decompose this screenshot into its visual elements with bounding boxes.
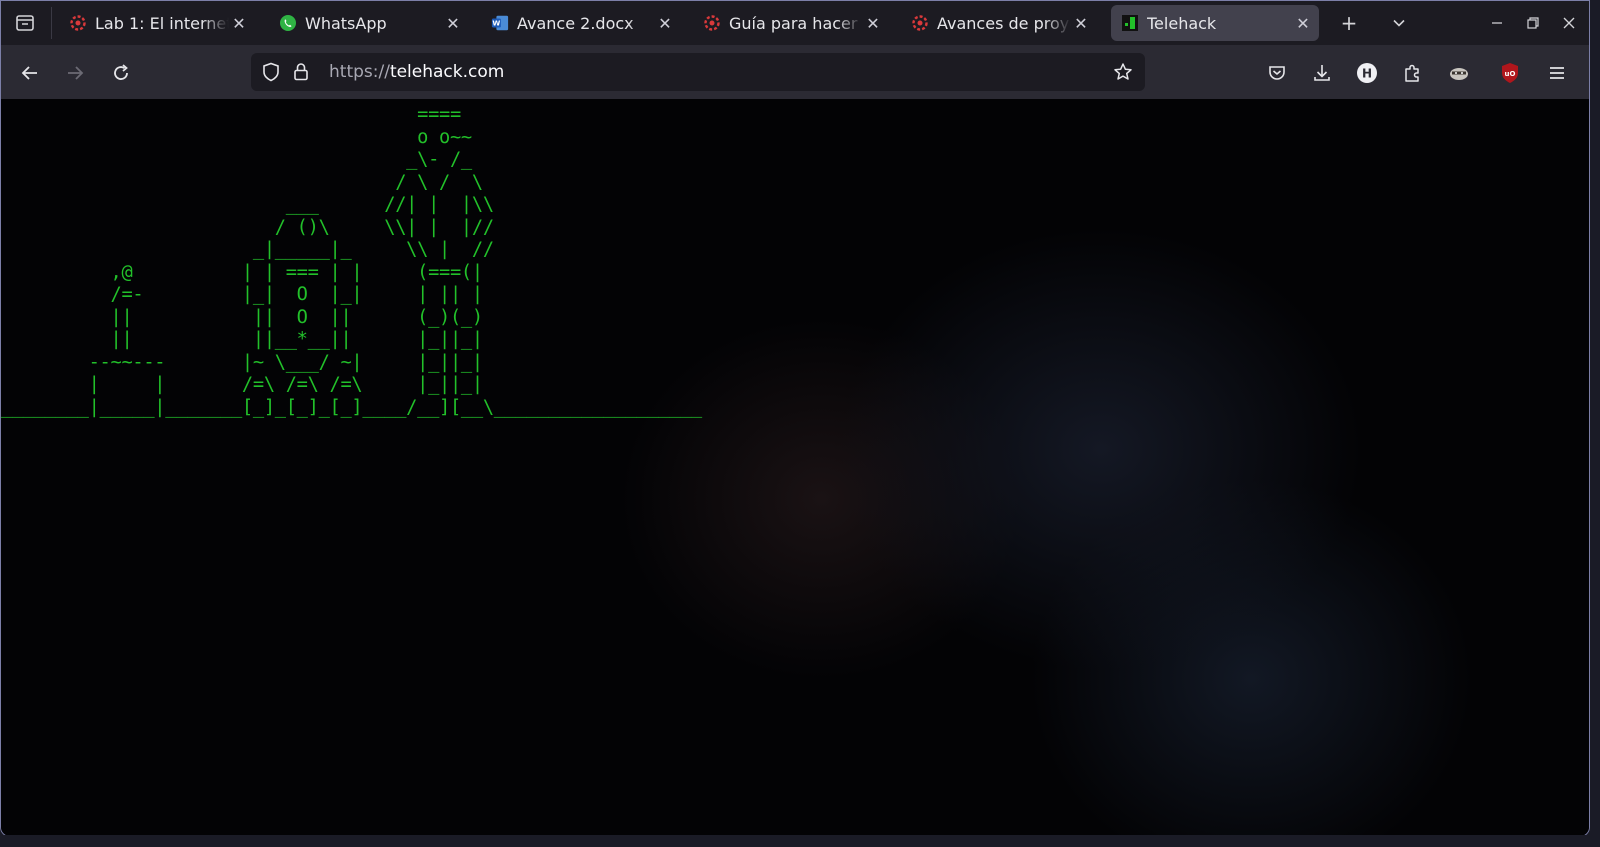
tab-title: Telehack xyxy=(1147,13,1217,33)
tab-separator xyxy=(51,7,52,39)
tab-telehack[interactable]: Telehack ✕ xyxy=(1111,5,1319,41)
hamburger-menu-icon xyxy=(1550,67,1564,79)
tab-title: WhatsApp xyxy=(305,13,387,33)
restore-icon xyxy=(1527,17,1539,29)
reload-icon xyxy=(114,64,128,80)
close-icon xyxy=(1563,17,1575,29)
downloads-button[interactable] xyxy=(1308,59,1336,87)
new-tab-button[interactable]: + xyxy=(1335,11,1363,35)
telehack-ascii-art: ==== o o~~ _\- /_ / \ / \ ___ //| | |\\ xyxy=(1,104,702,418)
tab-title: Lab 1: El internet ar xyxy=(95,13,229,33)
navigation-bar: https://telehack.com H uO xyxy=(1,45,1589,99)
arrow-left-icon xyxy=(21,66,37,80)
pocket-button[interactable] xyxy=(1263,59,1291,87)
reload-button[interactable] xyxy=(107,59,135,87)
tab-title: Avances de proyec xyxy=(937,13,1071,33)
minimize-button[interactable] xyxy=(1483,11,1511,35)
tab-close-button[interactable]: ✕ xyxy=(443,14,463,33)
restore-button[interactable] xyxy=(1519,11,1547,35)
chevron-down-icon xyxy=(1393,19,1405,27)
tab-title: Guía para hacer De xyxy=(729,13,863,33)
tab-close-button[interactable]: ✕ xyxy=(863,14,883,33)
tab-avance[interactable]: W Avance 2.docx ✕ xyxy=(481,5,681,41)
url-host: telehack.com xyxy=(389,62,505,82)
ublock-origin-icon: uO xyxy=(1502,63,1518,83)
tab-guia[interactable]: Guía para hacer De ✕ xyxy=(693,5,889,41)
extension-ninja-button[interactable] xyxy=(1445,59,1473,87)
tab-whatsapp[interactable]: WhatsApp ✕ xyxy=(269,5,469,41)
tab-list-icon xyxy=(16,15,34,31)
tab-close-button[interactable]: ✕ xyxy=(1293,14,1313,33)
minimize-icon xyxy=(1492,22,1502,24)
download-icon xyxy=(1314,65,1330,81)
url-scheme: https:// xyxy=(329,62,390,82)
account-button[interactable]: H xyxy=(1353,59,1381,87)
desktop-strip xyxy=(0,835,1600,847)
tab-overflow-button[interactable] xyxy=(1385,11,1413,35)
svg-text:H: H xyxy=(1362,67,1372,81)
pocket-icon xyxy=(1269,66,1285,80)
svg-text:W: W xyxy=(492,19,500,28)
h-avatar-icon: H xyxy=(1357,63,1377,83)
arrow-right-icon xyxy=(68,66,84,80)
lock-icon[interactable] xyxy=(291,62,311,82)
star-icon[interactable] xyxy=(1113,62,1133,82)
app-menu-button[interactable] xyxy=(1543,59,1571,87)
close-window-button[interactable] xyxy=(1555,11,1583,35)
page-content[interactable]: ==== o o~~ _\- /_ / \ / \ ___ //| | |\\ xyxy=(1,99,1589,836)
list-all-tabs-button[interactable] xyxy=(13,11,37,35)
whatsapp-icon xyxy=(279,14,297,32)
tab-avances-proyecto[interactable]: Avances de proyec ✕ xyxy=(901,5,1097,41)
ublock-button[interactable]: uO xyxy=(1496,59,1524,87)
extensions-button[interactable] xyxy=(1398,59,1426,87)
browser-window: Lab 1: El internet ar ✕ WhatsApp ✕ W Ava… xyxy=(0,0,1590,837)
puzzle-icon xyxy=(1405,64,1419,82)
tab-close-button[interactable]: ✕ xyxy=(1071,14,1091,33)
shield-icon[interactable] xyxy=(261,62,281,82)
forward-button[interactable] xyxy=(61,59,89,87)
url-text: https://telehack.com xyxy=(329,62,504,82)
ninja-extension-icon xyxy=(1450,68,1468,80)
red-gear-icon xyxy=(911,14,929,32)
plus-icon: + xyxy=(1340,11,1358,35)
tab-strip: Lab 1: El internet ar ✕ WhatsApp ✕ W Ava… xyxy=(1,1,1589,45)
back-button[interactable] xyxy=(16,59,44,87)
red-gear-icon xyxy=(703,14,721,32)
telehack-icon xyxy=(1121,14,1139,32)
tab-close-button[interactable]: ✕ xyxy=(655,14,675,33)
red-gear-icon xyxy=(69,14,87,32)
tab-lab1[interactable]: Lab 1: El internet ar ✕ xyxy=(59,5,255,41)
url-bar[interactable]: https://telehack.com xyxy=(251,53,1145,91)
svg-text:uO: uO xyxy=(1505,70,1516,78)
word-icon: W xyxy=(491,14,509,32)
tab-close-button[interactable]: ✕ xyxy=(229,14,249,33)
tab-title: Avance 2.docx xyxy=(517,13,634,33)
